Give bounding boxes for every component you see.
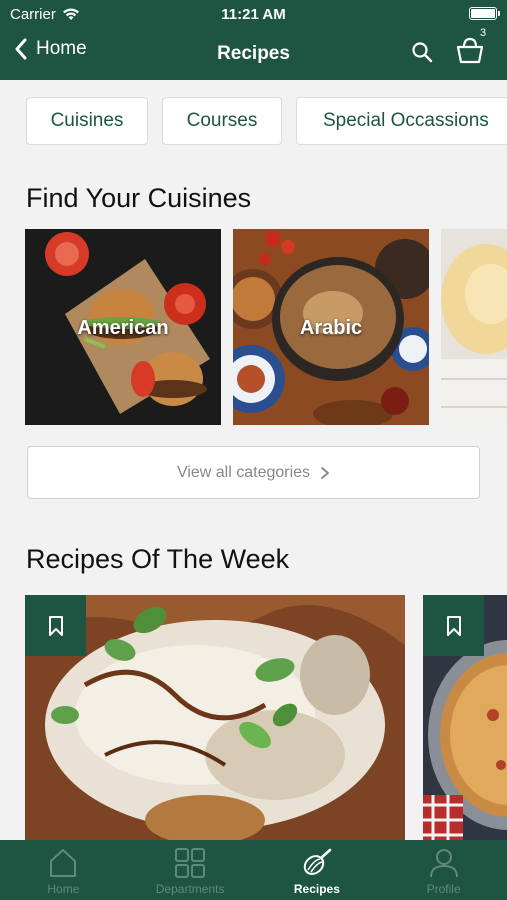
battery-icon (469, 7, 500, 20)
tab-home[interactable]: Home (0, 840, 127, 900)
tab-label: Home (47, 882, 80, 896)
tab-recipes[interactable]: Recipes (254, 840, 381, 900)
category-chips: Cuisines Courses Special Occassions (26, 97, 507, 145)
view-all-label: View all categories (176, 463, 311, 481)
cuisine-card-arabic[interactable]: Arabic (233, 229, 429, 425)
grid-icon (175, 848, 206, 878)
cuisine-food-image (441, 229, 507, 425)
profile-icon (429, 849, 458, 878)
home-icon (50, 849, 77, 877)
bookmark-button[interactable] (25, 595, 86, 656)
recipe-card[interactable] (423, 595, 507, 845)
tab-profile[interactable]: Profile (380, 840, 507, 900)
bookmark-icon (446, 615, 461, 636)
chevron-right-icon (321, 466, 329, 479)
status-time: 11:21 AM (221, 6, 286, 23)
cuisine-label-arabic: Arabic (299, 317, 363, 339)
tab-label: Departments (155, 882, 225, 896)
whisk-icon (303, 848, 332, 875)
chip-special-occasions[interactable]: Special Occassions (296, 97, 507, 145)
cuisines-heading: Find Your Cuisines (26, 183, 252, 213)
nav-bar: Home Recipes 3 (0, 27, 507, 78)
status-bar: Carrier 11:21 AM (0, 0, 507, 28)
recipes-week-heading: Recipes Of The Week (26, 544, 290, 574)
recipe-card[interactable] (25, 595, 405, 845)
chip-cuisines[interactable]: Cuisines (26, 97, 148, 145)
search-icon[interactable] (410, 40, 434, 64)
bookmark-icon (48, 615, 63, 636)
top-bar: Carrier 11:21 AM Home Recipes 3 (0, 0, 507, 80)
tab-departments[interactable]: Departments (127, 840, 254, 900)
tab-bar: Home Departments Recipes Profile (0, 840, 507, 900)
cuisine-card-partial[interactable] (441, 229, 507, 425)
bookmark-button[interactable] (423, 595, 484, 656)
cuisine-card-american[interactable]: American (25, 229, 221, 425)
tab-label: Recipes (293, 882, 340, 896)
tab-label: Profile (426, 882, 461, 896)
cuisine-label-american: American (77, 317, 169, 339)
basket-icon[interactable] (455, 36, 485, 64)
chip-courses[interactable]: Courses (162, 97, 282, 145)
view-all-categories-button[interactable]: View all categories (27, 446, 480, 499)
basket-count-badge: 3 (480, 27, 487, 39)
